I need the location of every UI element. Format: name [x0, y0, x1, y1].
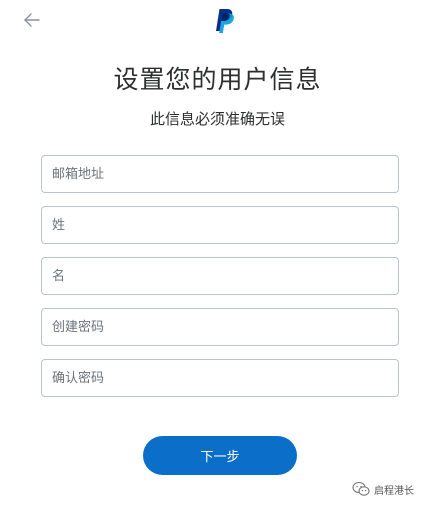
next-button[interactable]: 下一步 [143, 436, 297, 475]
watermark: 启程港长 [352, 480, 414, 498]
email-field[interactable] [41, 155, 399, 193]
arrow-left-icon [24, 13, 40, 27]
confirm-password-input[interactable] [42, 360, 398, 396]
first-name-field[interactable] [41, 257, 399, 295]
create-password-field[interactable] [41, 308, 399, 346]
email-input[interactable] [42, 156, 398, 192]
wechat-icon [352, 481, 370, 496]
watermark-label: 启程港长 [374, 485, 414, 497]
page-title: 设置您的用户信息 [113, 65, 322, 94]
back-button[interactable] [22, 10, 42, 30]
paypal-logo-icon [216, 9, 234, 33]
create-password-input[interactable] [42, 309, 398, 345]
first-name-input[interactable] [42, 258, 398, 294]
confirm-password-field[interactable] [41, 359, 399, 397]
page-subtitle: 此信息必须准确无误 [149, 110, 285, 128]
paypal-logo [208, 5, 238, 35]
last-name-input[interactable] [42, 207, 398, 243]
last-name-field[interactable] [41, 206, 399, 244]
signup-page: 设置您的用户信息 此信息必须准确无误 下一步 启程港长 [0, 0, 435, 508]
